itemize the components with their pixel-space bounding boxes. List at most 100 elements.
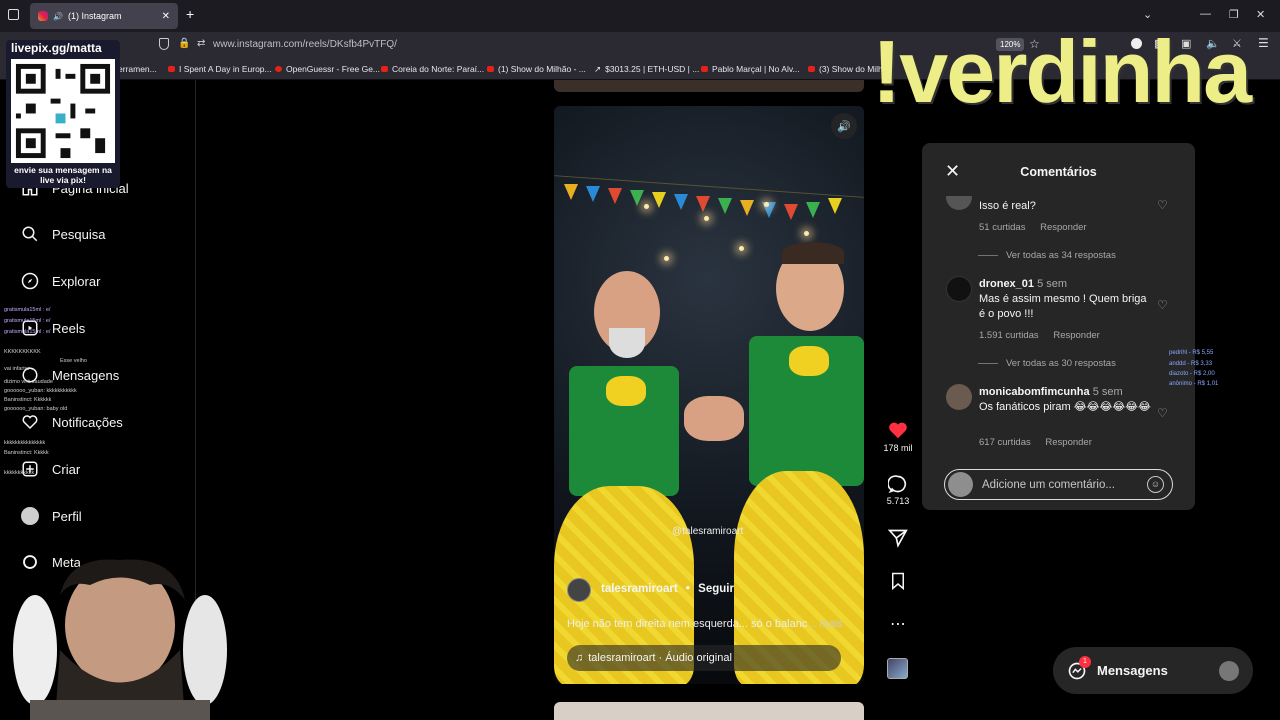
messages-badge: 1	[1079, 656, 1091, 668]
instagram-favicon-icon	[38, 11, 48, 21]
follow-button[interactable]: Seguir	[698, 583, 734, 595]
current-user-avatar	[948, 472, 973, 497]
chevron-down-icon[interactable]: ⌄	[1143, 8, 1152, 21]
more-options-button[interactable]: ⋯	[882, 614, 914, 634]
speaker-icon[interactable]: 🔊	[53, 12, 63, 21]
minimize-icon[interactable]: —	[1200, 8, 1211, 20]
youtube-icon	[487, 66, 494, 72]
close-tab-icon[interactable]: ✕	[162, 11, 170, 22]
lock-icon[interactable]: 🔒	[178, 38, 190, 49]
save-button[interactable]	[882, 571, 914, 593]
dancer-right-bow	[789, 346, 829, 376]
sidebar-item-explore[interactable]: Explorar	[20, 271, 100, 291]
bunting-flag	[828, 198, 842, 214]
permissions-icon[interactable]: ⇄	[197, 38, 205, 49]
comment-likes[interactable]: 1.591 curtidas	[979, 330, 1039, 341]
next-reel-preview[interactable]	[554, 702, 864, 720]
chat-message: goooooo_yuban: kkkkkkkkkkk	[4, 388, 77, 394]
chat-message: Baninstinct: Kkkkk	[4, 450, 49, 456]
comment-username[interactable]: dronex_01	[979, 278, 1034, 290]
bookmark-item[interactable]: ↗ $3013.25 | ETH-USD | ...	[594, 64, 699, 75]
bunting-string	[554, 175, 864, 198]
bookmark-item[interactable]: (1) Show do Milhão - ...	[487, 64, 586, 74]
comment-like-icon[interactable]: ♡	[1157, 298, 1168, 312]
close-window-icon[interactable]: ✕	[1256, 8, 1265, 21]
bookmark-item[interactable]: Pablo Marçal | No Alv...	[701, 64, 800, 74]
author-name[interactable]: talesramiroart	[601, 583, 678, 595]
reel-caption[interactable]: Hoje não tem direita nem esquerda... só …	[567, 618, 843, 630]
bookmark-item[interactable]: I Spent A Day in Europ...	[168, 64, 272, 74]
sidebar-item-create[interactable]: Criar	[20, 459, 80, 479]
reply-button[interactable]: Responder	[1040, 222, 1086, 233]
caption-text: Hoje não tem direita nem esquerda... só …	[567, 618, 808, 630]
comment-meta: 1.591 curtidas Responder	[979, 330, 1112, 341]
chart-icon: ↗	[594, 64, 602, 74]
plus-square-icon	[20, 459, 40, 479]
audio-thumbnail[interactable]	[887, 658, 908, 679]
speaker-icon: 🔊	[837, 120, 851, 133]
emoji-icon[interactable]: ☺	[1147, 476, 1164, 493]
donation-entry: pedrihl - R$ 5,55	[1169, 350, 1214, 356]
caption-more-link[interactable]: ... mais	[807, 618, 842, 630]
audio-label: talesramiroart · Áudio original	[588, 652, 732, 664]
mute-button[interactable]: 🔊	[831, 113, 857, 139]
reel-video[interactable]: @talesramiroart talesramiroart • Seguir …	[554, 106, 864, 684]
comment-button[interactable]: 5.713	[882, 474, 914, 506]
bunting-flag	[652, 192, 666, 208]
reply-button[interactable]: Responder	[1053, 330, 1099, 341]
view-replies-button[interactable]: Ver todas as 30 respostas	[978, 358, 1116, 369]
sidebar-item-search[interactable]: Pesquisa	[20, 224, 105, 244]
comment-username[interactable]: monicabomfimcunha	[979, 386, 1090, 398]
openguessr-icon	[275, 66, 282, 72]
bookmark-item[interactable]: Coreia do Norte: Paraí...	[381, 64, 484, 74]
bunting-flag	[718, 198, 732, 214]
string-light	[644, 204, 649, 209]
browser-tab-instagram[interactable]: 🔊 (1) Instagram ✕	[30, 3, 178, 29]
url-bar[interactable]: www.instagram.com/reels/DKsfb4PvTFQ/	[213, 39, 397, 50]
bunting-flag	[784, 204, 798, 220]
comment-count: 5.713	[886, 496, 910, 506]
paper-plane-icon	[887, 529, 908, 548]
shield-icon[interactable]	[159, 38, 169, 50]
restore-icon[interactable]: ❐	[1229, 8, 1239, 21]
author-avatar[interactable]	[567, 578, 591, 602]
bunting-flag	[740, 200, 754, 216]
view-replies-button[interactable]: Ver todas as 34 respostas	[978, 250, 1116, 261]
bunting-flag	[586, 186, 600, 202]
like-button[interactable]: 178 mil	[882, 419, 914, 453]
comment-like-icon[interactable]: ♡	[1157, 406, 1168, 420]
bookmark-item[interactable]: OpenGuessr - Free Ge...	[275, 64, 380, 74]
youtube-icon	[168, 66, 175, 72]
comment-input[interactable]	[982, 477, 1142, 493]
comment-avatar[interactable]	[946, 384, 972, 410]
bunting-flag	[608, 188, 622, 204]
chat-message: dizimo virá saudade	[4, 379, 53, 385]
reply-button[interactable]: Responder	[1045, 437, 1091, 448]
comment-text: Isso é real?	[979, 200, 1036, 212]
comment-header: monicabomfimcunha 5 sem	[979, 385, 1123, 400]
messages-button[interactable]: Mensagens	[1053, 647, 1253, 694]
new-tab-button[interactable]: +	[186, 6, 194, 22]
search-icon	[20, 224, 40, 244]
bookmark-item[interactable]: erramen...	[118, 64, 157, 74]
previous-reel-preview[interactable]	[554, 80, 864, 92]
youtube-icon	[381, 66, 388, 72]
sidebar-item-notifications[interactable]: Notificações	[20, 412, 123, 432]
share-button[interactable]	[882, 528, 914, 550]
sidebar-item-profile[interactable]: Perfil	[20, 506, 82, 526]
comment-icon	[887, 475, 907, 494]
comment-like-icon[interactable]: ♡	[1157, 198, 1168, 212]
tab-list-icon[interactable]	[8, 9, 19, 20]
heart-icon	[20, 412, 40, 432]
comment-header: dronex_01 5 sem	[979, 277, 1067, 292]
compass-icon	[20, 271, 40, 291]
string-light	[664, 256, 669, 261]
menu-icon[interactable]: ☰	[1258, 36, 1269, 50]
comment-avatar[interactable]	[946, 276, 972, 302]
comment-time: 5 sem	[1037, 278, 1068, 290]
comment-likes[interactable]: 617 curtidas	[979, 437, 1031, 448]
audio-pill[interactable]: ♫ talesramiroart · Áudio original	[567, 645, 841, 671]
comment-likes[interactable]: 51 curtidas	[979, 222, 1025, 233]
chat-message: gratismula15ml : e/	[4, 329, 51, 335]
chat-message: Baninstinct: Kkkkkk	[4, 397, 52, 403]
